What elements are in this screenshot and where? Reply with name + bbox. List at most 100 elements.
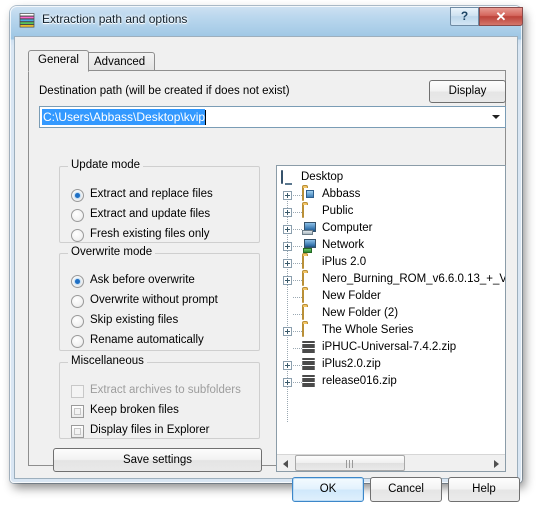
tab-general[interactable]: General — [28, 50, 89, 72]
tree-dots — [293, 195, 302, 197]
folder-tree-panel[interactable]: Desktop Abbass Public Computer Network i… — [276, 165, 506, 472]
overwrite-mode-title: Overwrite mode — [68, 246, 156, 258]
tree-item-new-folder[interactable]: New Folder — [277, 289, 505, 306]
window-title: Extraction path and options — [42, 12, 188, 26]
tree-item-label: iPlus 2.0 — [322, 256, 367, 268]
tree-dots — [293, 331, 302, 333]
folder-icon — [302, 306, 318, 322]
folder-tree-list: Desktop Abbass Public Computer Network i… — [277, 166, 505, 454]
winrar-archive-icon — [301, 375, 317, 390]
display-button[interactable]: Display — [429, 80, 506, 103]
option-label: Rename automatically — [90, 334, 204, 346]
path-dropdown-button[interactable] — [487, 107, 505, 127]
text-caret — [205, 110, 206, 125]
tree-dots — [293, 314, 302, 316]
tree-item-label: Nero_Burning_ROM_v6.6.0.13_+_Vision_ — [322, 273, 505, 285]
checkbox-indicator — [71, 425, 84, 438]
folder-icon — [302, 204, 318, 220]
tree-item-label: New Folder (2) — [322, 307, 399, 319]
expand-plus-icon[interactable] — [283, 378, 292, 387]
tree-item-new-folder-2[interactable]: New Folder (2) — [277, 306, 505, 323]
radio-indicator — [71, 275, 84, 288]
help-button[interactable]: Help — [448, 477, 520, 502]
tree-item-nero-burning-rom[interactable]: Nero_Burning_ROM_v6.6.0.13_+_Vision_ — [277, 272, 505, 289]
expand-plus-icon[interactable] — [283, 225, 292, 234]
expand-plus-icon[interactable] — [283, 327, 292, 336]
option-label: Keep broken files — [90, 404, 179, 416]
close-icon: ✕ — [495, 9, 507, 24]
monitor-icon — [281, 170, 297, 186]
cancel-button[interactable]: Cancel — [370, 477, 442, 502]
radio-indicator — [71, 189, 84, 202]
expand-plus-icon[interactable] — [283, 208, 292, 217]
option-label: Extract archives to subfolders — [90, 384, 241, 396]
overwrite-mode-group: Overwrite mode Ask before overwrite Over… — [59, 246, 260, 351]
tree-item-label: release016.zip — [322, 375, 397, 387]
tree-dots — [293, 229, 302, 231]
folder-icon — [302, 289, 318, 305]
tree-item-label: Public — [322, 205, 354, 217]
radio-indicator — [71, 315, 84, 328]
tree-item-network[interactable]: Network — [277, 238, 505, 255]
tree-item-label: Desktop — [301, 171, 344, 183]
scroll-left-icon[interactable] — [277, 455, 294, 471]
tree-item-label: Computer — [322, 222, 373, 234]
tree-item-the-whole-series[interactable]: The Whole Series — [277, 323, 505, 340]
user-folder-icon — [302, 187, 318, 203]
expand-plus-icon[interactable] — [283, 276, 292, 285]
winrar-archive-icon — [301, 358, 317, 373]
tree-item-public[interactable]: Public — [277, 204, 505, 221]
destination-path-combo[interactable]: C:\Users\Abbass\Desktop\kvip — [39, 106, 506, 128]
network-icon — [302, 239, 318, 254]
radio-indicator — [71, 295, 84, 308]
miscellaneous-group: Miscellaneous Extract archives to subfol… — [59, 355, 260, 439]
expand-plus-icon[interactable] — [283, 242, 292, 251]
tree-dots — [293, 280, 302, 282]
tree-item-desktop[interactable]: Desktop — [277, 170, 505, 187]
option-label: Fresh existing files only — [90, 228, 210, 240]
tree-dots — [293, 297, 302, 299]
tree-item-label: iPlus2.0.zip — [322, 358, 381, 370]
destination-path-input[interactable]: C:\Users\Abbass\Desktop\kvip — [42, 109, 206, 125]
folder-icon — [302, 272, 318, 288]
titlebar-help-button[interactable]: ? — [450, 7, 479, 26]
tree-dots — [293, 246, 302, 248]
tree-item-label: New Folder — [322, 290, 381, 302]
tree-horizontal-scrollbar[interactable] — [277, 454, 505, 471]
title-bar[interactable]: Extraction path and options ? ✕ — [10, 6, 523, 36]
scroll-right-icon[interactable] — [488, 455, 505, 471]
scrollbar-thumb[interactable] — [295, 455, 405, 471]
option-label: Ask before overwrite — [90, 274, 195, 286]
tab-advanced[interactable]: Advanced — [84, 52, 156, 71]
ok-button[interactable]: OK — [292, 477, 364, 502]
tree-item-iplus-2-0[interactable]: iPlus 2.0 — [277, 255, 505, 272]
tree-item-label: The Whole Series — [322, 324, 414, 336]
option-label: Skip existing files — [90, 314, 179, 326]
scrollbar-grip — [346, 460, 354, 468]
tree-item-computer[interactable]: Computer — [277, 221, 505, 238]
chevron-down-icon — [492, 115, 500, 119]
radio-indicator — [71, 229, 84, 242]
dialog-client-area: General Advanced Destination path (will … — [14, 36, 520, 502]
expand-plus-icon[interactable] — [283, 191, 292, 200]
computer-icon — [302, 222, 318, 237]
tree-item-abbass[interactable]: Abbass — [277, 187, 505, 204]
option-label: Display files in Explorer — [90, 424, 210, 436]
titlebar-close-button[interactable]: ✕ — [479, 7, 523, 26]
tree-item-iplus2-0-zip[interactable]: iPlus2.0.zip — [277, 357, 505, 374]
tree-item-label: Abbass — [322, 188, 361, 200]
help-question-icon: ? — [460, 9, 469, 23]
extraction-options-dialog: Extraction path and options ? ✕ General … — [10, 6, 523, 502]
checkbox-indicator — [71, 405, 84, 418]
folder-icon — [302, 323, 318, 339]
tree-item-iphuc-universal-zip[interactable]: iPHUC-Universal-7.4.2.zip — [277, 340, 505, 357]
expand-plus-icon[interactable] — [283, 361, 292, 370]
tree-item-label: Network — [322, 239, 365, 251]
save-settings-button[interactable]: Save settings — [53, 448, 262, 472]
tree-item-release016-zip[interactable]: release016.zip — [277, 374, 505, 391]
option-label: Extract and update files — [90, 208, 211, 220]
option-label: Overwrite without prompt — [90, 294, 218, 306]
miscellaneous-title: Miscellaneous — [68, 355, 147, 367]
expand-plus-icon[interactable] — [283, 259, 292, 268]
update-mode-group: Update mode Extract and replace files Ex… — [59, 159, 260, 243]
